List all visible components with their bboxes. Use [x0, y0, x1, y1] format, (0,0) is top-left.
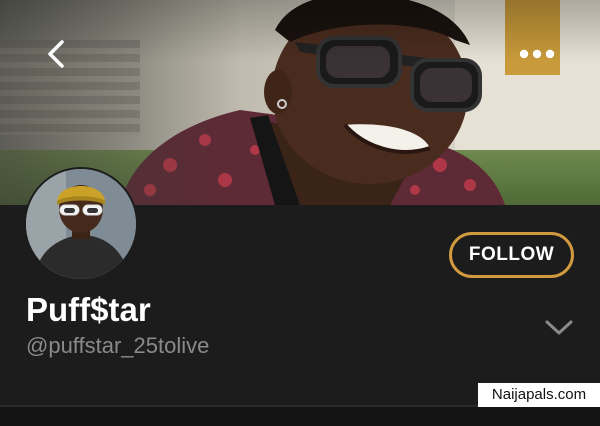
chevron-down-icon[interactable]: [542, 314, 576, 342]
more-horizontal-icon[interactable]: [515, 34, 559, 74]
display-name: Puff$tar: [26, 291, 151, 328]
chevron-left-icon[interactable]: [36, 34, 76, 74]
follow-button[interactable]: FOLLOW: [449, 232, 574, 278]
avatar[interactable]: [24, 167, 138, 281]
watermark: Naijapals.com: [478, 383, 600, 407]
bottom-divider: [0, 405, 600, 426]
avatar-image: [26, 169, 136, 279]
username-handle: @puffstar_25tolive: [26, 333, 210, 358]
profile-screen: FOLLOW Puff$tar @puffstar_25tolive Naija…: [0, 0, 600, 426]
